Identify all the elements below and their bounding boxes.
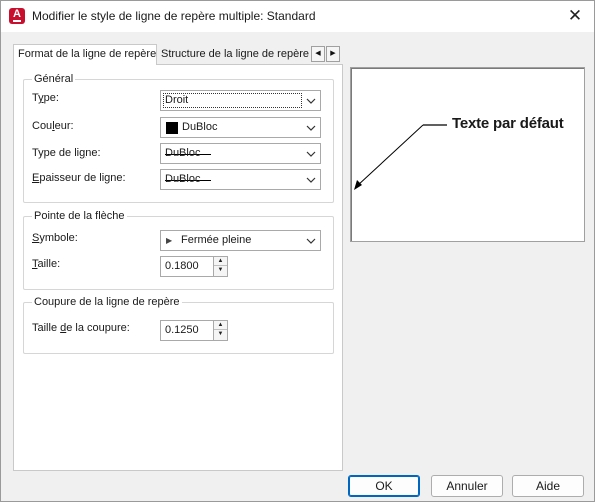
leader-preview: Texte par défaut [350,67,585,242]
chevron-down-icon [306,238,316,244]
color-label: Couleur: [32,120,74,132]
chevron-down-icon [306,125,316,131]
arrow-down-icon: ▼ [217,331,224,337]
spinner-buttons: ▲ ▼ [213,257,227,276]
dialog-window: A Modifier le style de ligne de repère m… [0,0,595,502]
tab-label: Structure de la ligne de repère [161,48,309,60]
spinner-buttons: ▲ ▼ [213,321,227,340]
close-button[interactable]: ✕ [561,5,589,29]
chevron-down-icon [306,177,316,183]
cancel-button[interactable]: Annuler [431,475,503,497]
color-dropdown[interactable]: DuBloc [160,117,321,138]
spin-up-button[interactable]: ▲ [214,321,227,330]
chevron-down-icon [306,98,316,104]
tab-leader-structure[interactable]: Structure de la ligne de repère [157,46,309,65]
type-label: Type: [32,92,59,104]
linetype-dropdown[interactable]: DuBloc [160,143,321,164]
tab-scroll-left-button[interactable]: ◀ [311,46,325,62]
arrow-right-icon: ▶ [330,50,336,57]
arrow-size-value: 0.1800 [165,260,199,272]
break-size-value: 0.1250 [165,324,199,336]
lineweight-value: DuBloc [165,173,201,185]
type-dropdown[interactable]: Droit [160,90,321,111]
lineweight-label: Epaisseur de ligne: [32,172,126,184]
ok-button[interactable]: OK [348,475,420,497]
symbol-value: Fermée pleine [181,234,252,246]
arrow-down-icon: ▼ [217,267,224,273]
type-value: Droit [165,94,189,106]
tab-leader-format[interactable]: Format de la ligne de repère [13,44,157,65]
lineweight-dropdown[interactable]: DuBloc [160,169,321,190]
group-title: Coupure de la ligne de repère [32,296,182,308]
help-button[interactable]: Aide [512,475,584,497]
title-bar: A Modifier le style de ligne de repère m… [1,1,594,32]
arrow-size-spinner[interactable]: 0.1800 ▲ ▼ [160,256,228,277]
arrow-up-icon: ▲ [217,322,224,328]
symbol-dropdown[interactable]: ▶ Fermée pleine [160,230,321,251]
arrowhead-group: Pointe de la flèche [23,210,334,290]
leader-arrow-graphic [354,124,447,190]
group-title: Général [32,73,76,85]
arrow-up-icon: ▲ [217,258,224,264]
color-value: DuBloc [182,121,218,133]
window-title: Modifier le style de ligne de repère mul… [32,9,316,23]
arrow-left-icon: ◀ [315,50,321,57]
tab-scroll-right-button[interactable]: ▶ [326,46,340,62]
chevron-down-icon [306,151,316,157]
preview-default-text: Texte par défaut [452,115,564,132]
break-size-label: Taille de la coupure: [32,322,130,334]
group-title: Pointe de la flèche [32,210,127,222]
close-icon: ✕ [567,6,583,25]
spin-down-button[interactable]: ▼ [214,266,227,275]
symbol-label: Symbole: [32,232,78,244]
closed-filled-arrow-icon: ▶ [166,236,173,245]
spin-down-button[interactable]: ▼ [214,330,227,339]
app-icon-letter: A [13,8,21,20]
spin-up-button[interactable]: ▲ [214,257,227,266]
color-swatch [166,122,178,134]
tab-label: Format de la ligne de repère [18,48,157,60]
linetype-label: Type de ligne: [32,147,101,159]
autocad-app-icon: A [9,8,25,24]
break-size-spinner[interactable]: 0.1250 ▲ ▼ [160,320,228,341]
linetype-value: DuBloc [165,147,201,159]
size-label: Taille: [32,258,61,270]
